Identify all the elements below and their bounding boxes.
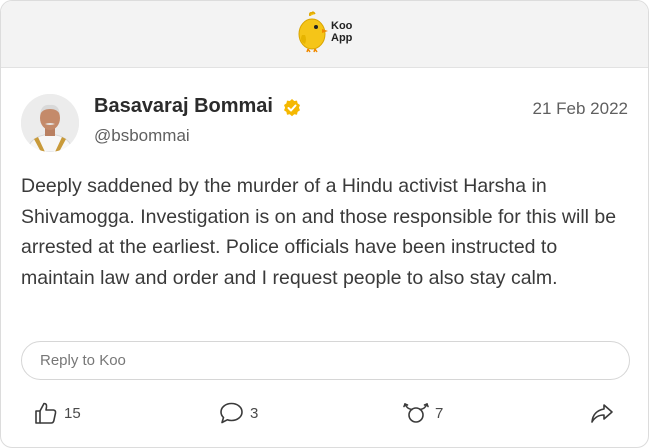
author-name[interactable]: Basavaraj Bommai	[94, 95, 273, 118]
avatar[interactable]	[21, 94, 79, 152]
koo-logo[interactable]: Koo App	[296, 11, 358, 55]
verified-badge-icon	[284, 99, 300, 117]
thumbs-up-icon	[35, 402, 57, 424]
reply-placeholder: Reply to Koo	[40, 352, 126, 369]
rekoo-count: 7	[435, 404, 444, 422]
rekoo-button[interactable]: 7	[403, 399, 443, 427]
comment-count: 3	[250, 404, 259, 422]
comment-button[interactable]: 3	[219, 399, 258, 427]
share-arrow-icon	[591, 404, 613, 423]
like-count: 15	[64, 404, 81, 422]
logo-text: Koo App	[331, 20, 352, 44]
reply-input[interactable]: Reply to Koo	[21, 341, 630, 380]
app-header: Koo App	[1, 1, 648, 68]
post-date: 21 Feb 2022	[532, 99, 628, 118]
like-button[interactable]: 15	[34, 399, 81, 427]
post-text: Deeply saddened by the murder of a Hindu…	[21, 175, 617, 289]
comment-icon	[220, 402, 243, 424]
share-button[interactable]	[590, 399, 614, 427]
logo-line2: App	[331, 32, 353, 44]
koo-bird-icon	[298, 11, 328, 53]
rekoo-icon	[403, 402, 429, 423]
logo-line1: Koo	[331, 20, 353, 32]
profile-photo	[21, 94, 79, 152]
koo-post-card: Koo App Basavaraj Bommai @bsbommai 21 Fe…	[0, 0, 649, 448]
author-handle[interactable]: @bsbommai	[94, 126, 190, 146]
